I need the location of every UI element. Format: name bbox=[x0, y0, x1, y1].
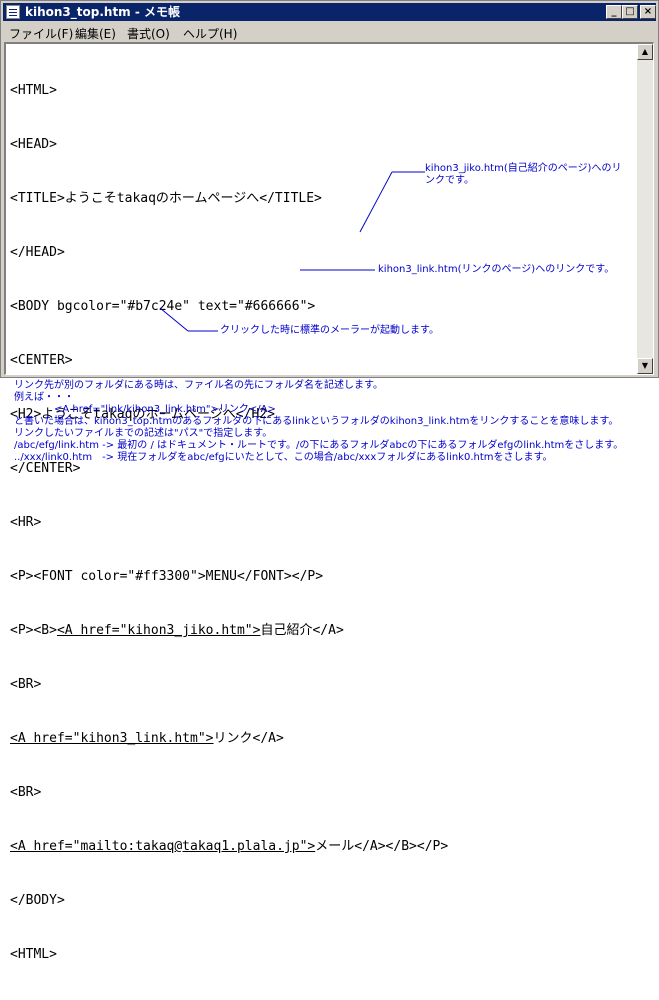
annotation-jiko: kihon3_jiko.htm(自己紹介のページ)へのリンクです。 bbox=[425, 163, 622, 186]
code-line: <BR> bbox=[10, 677, 42, 692]
note-line: 例えば・・・ bbox=[14, 392, 74, 403]
note-line: /abc/efg/link.htm -> 最初の / はドキュメント・ルートです… bbox=[14, 440, 624, 451]
code-suffix: メール</A></B></P> bbox=[315, 839, 449, 854]
annotation-mail: クリックした時に標準のメーラーが起動します。 bbox=[220, 325, 439, 336]
annotation-link: kihon3_link.htm(リンクのページ)へのリンクです。 bbox=[378, 264, 615, 275]
code-line: <BR> bbox=[10, 785, 42, 800]
code-line: <P><FONT color="#ff3300">MENU</FONT></P> bbox=[10, 569, 324, 584]
code-line-mail: <A href="mailto:takaq@takaq1.plala.jp">メ… bbox=[10, 838, 448, 856]
note-line: リンクしたいファイルまでの記述は"パス"で指定します。 bbox=[14, 428, 273, 439]
note-line: リンク先が別のフォルダにある時は、ファイル名の先にフォルダ名を記述します。 bbox=[14, 380, 383, 391]
code-line: <HTML> bbox=[10, 947, 57, 962]
code-line: <HR> bbox=[10, 515, 42, 530]
annotation-line-mail bbox=[159, 307, 189, 332]
code-prefix: <P><B> bbox=[10, 623, 57, 638]
code-suffix: 自己紹介</A> bbox=[260, 623, 344, 638]
note-line: ../xxx/link0.htm -> 現在フォルダをabc/efgにいたとして… bbox=[14, 452, 553, 463]
code-link-jiko: <A href="kihon3_jiko.htm"> bbox=[56, 623, 261, 638]
code-line: </BODY> bbox=[10, 893, 65, 908]
code-suffix: リンク</A> bbox=[213, 731, 284, 746]
code-link-link: <A href="kihon3_link.htm"> bbox=[10, 731, 214, 746]
code-link-mail: <A href="mailto:takaq@takaq1.plala.jp"> bbox=[10, 839, 316, 854]
explanation-notes: リンク先が別のフォルダにある時は、ファイル名の先にフォルダ名を記述します。 例え… bbox=[14, 380, 623, 464]
note-line: <A href="link/kihon3_link.htm">リンク</A> bbox=[14, 404, 276, 415]
annotation-lines bbox=[159, 171, 425, 332]
note-line: と書いた場合は、kihon3_top.htmのあるフォルダの下にあるlinkとい… bbox=[14, 416, 619, 427]
code-line-link: <A href="kihon3_link.htm">リンク</A> bbox=[10, 730, 448, 748]
annotation-line-jiko bbox=[359, 171, 393, 233]
code-line-jiko: <P><B><A href="kihon3_jiko.htm">自己紹介</A> bbox=[10, 622, 448, 640]
